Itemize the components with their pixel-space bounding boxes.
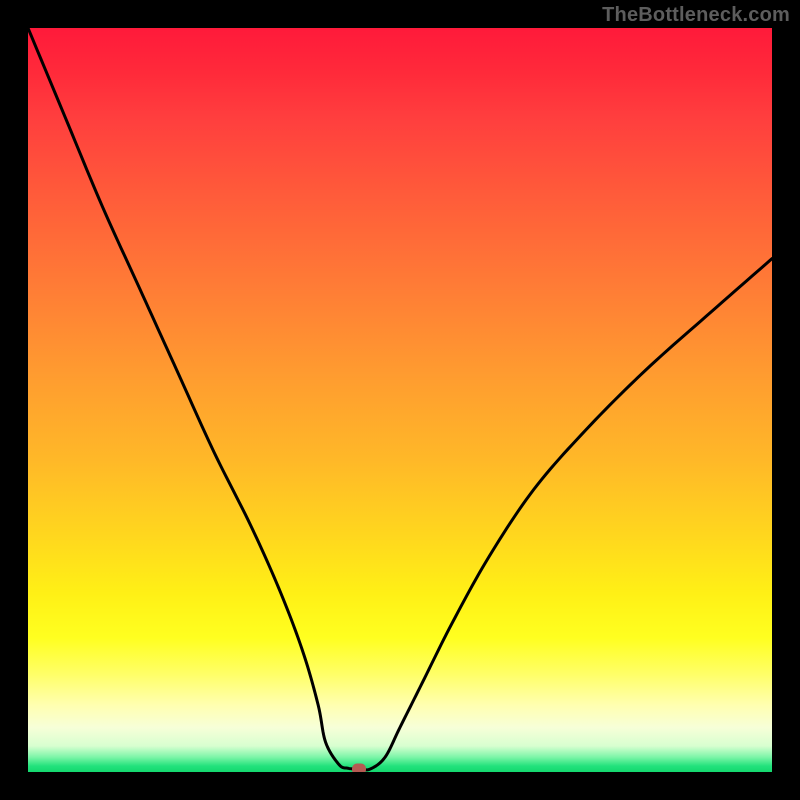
optimal-point-marker bbox=[352, 764, 366, 772]
watermark-text: TheBottleneck.com bbox=[602, 4, 790, 27]
bottleneck-curve bbox=[28, 28, 772, 772]
chart-frame: TheBottleneck.com bbox=[0, 0, 800, 800]
plot-area bbox=[28, 28, 772, 772]
